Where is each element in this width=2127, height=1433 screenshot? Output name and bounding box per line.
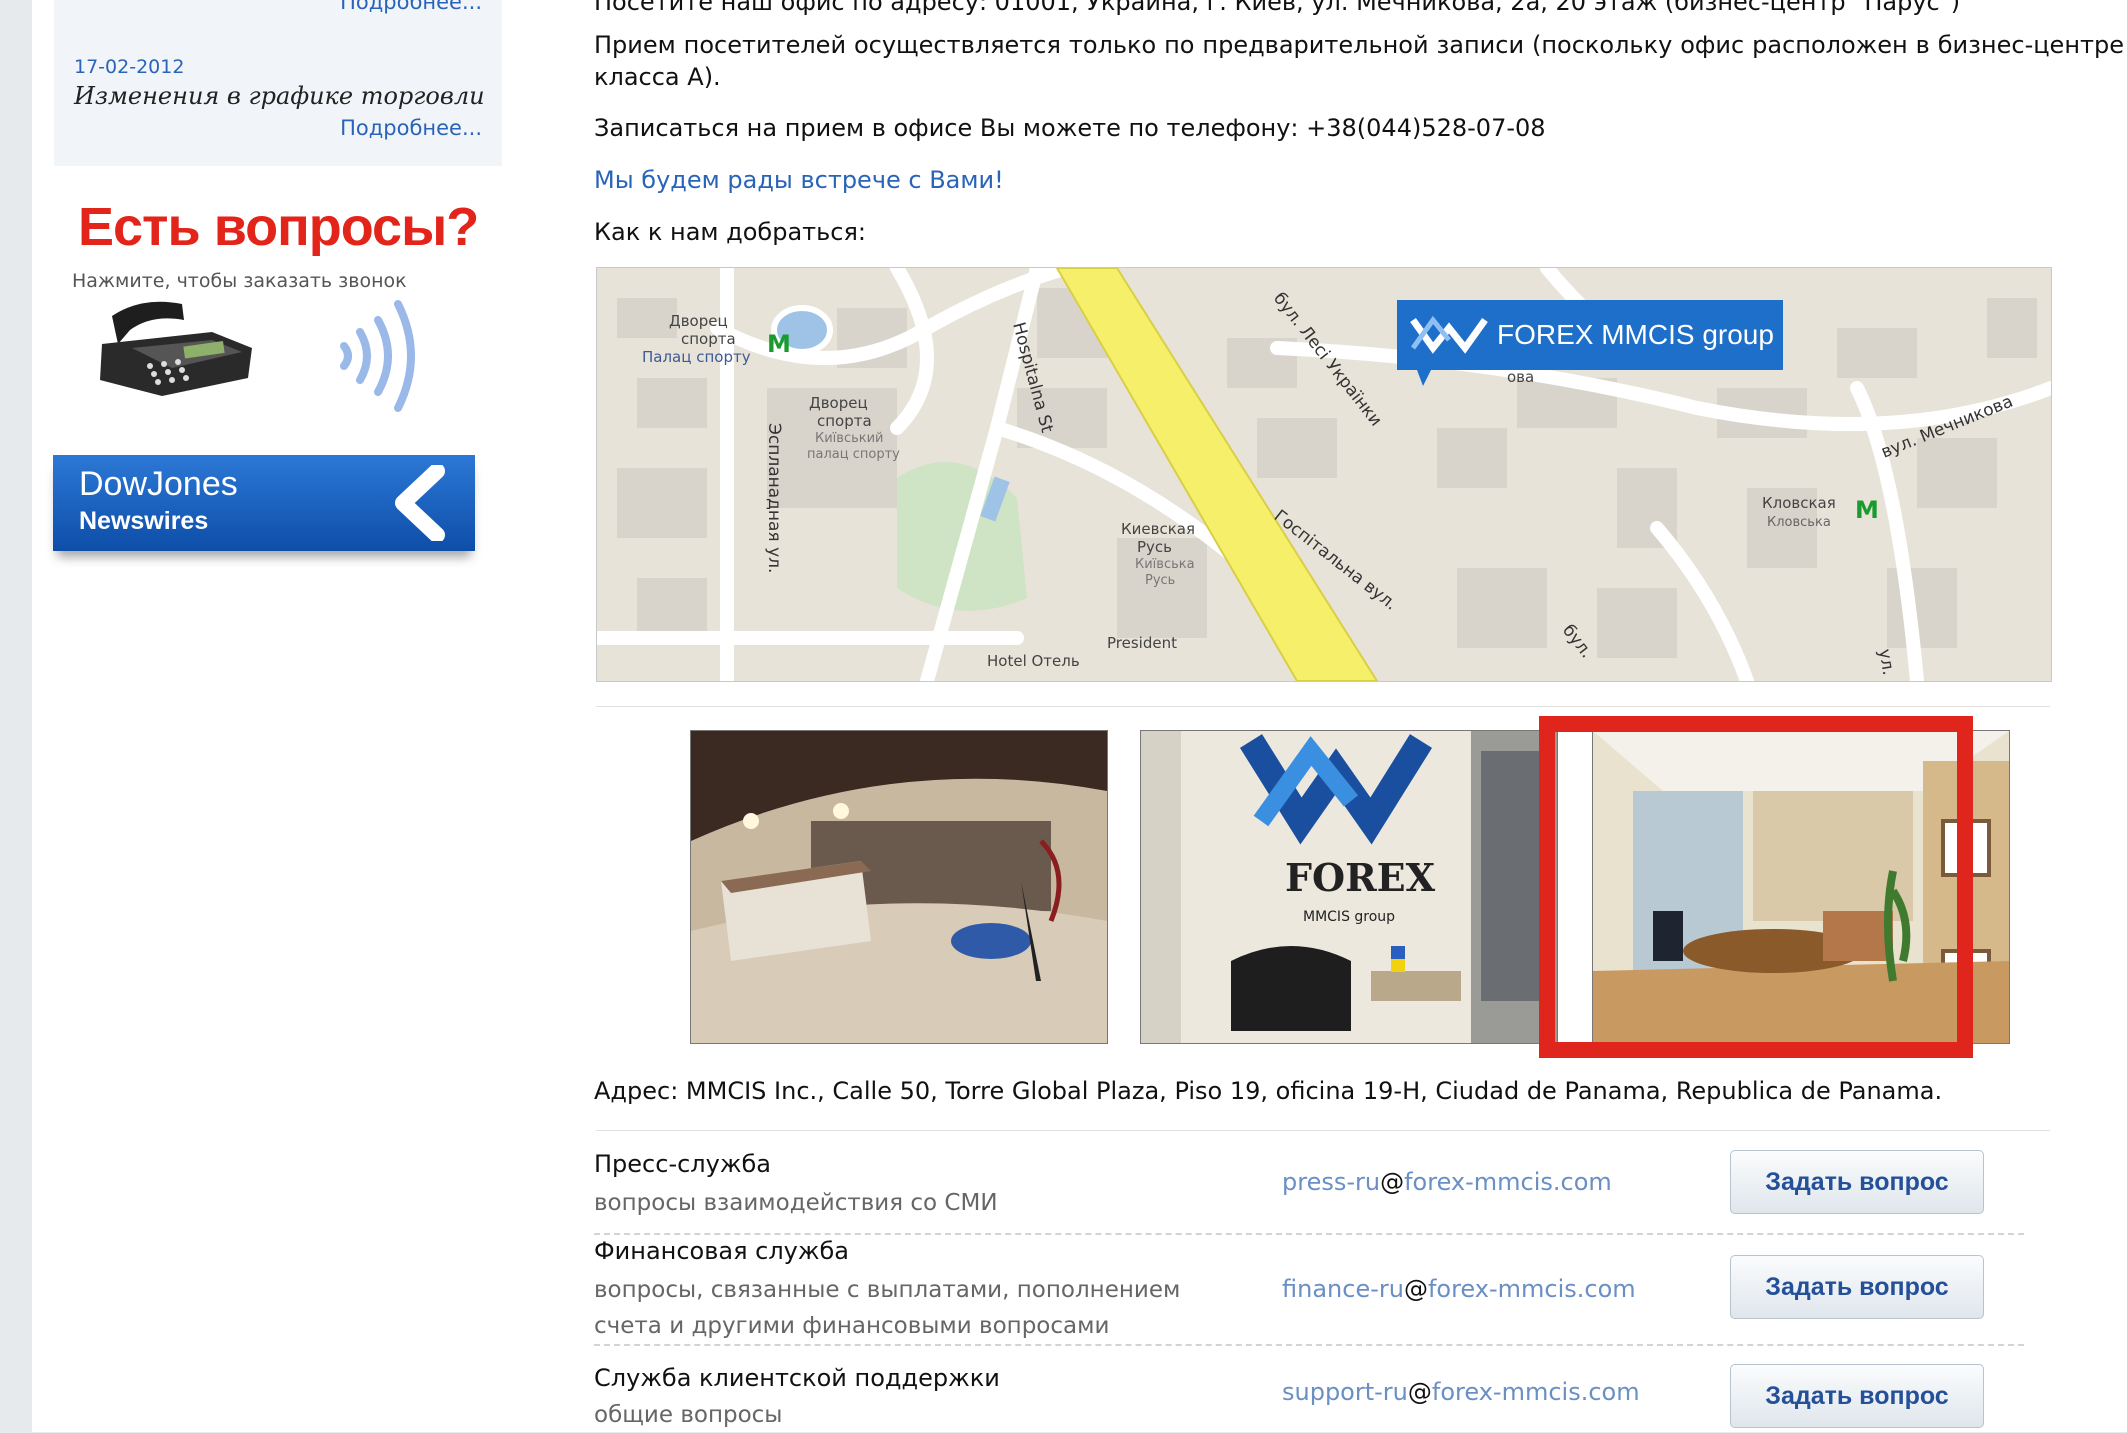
dowjones-banner[interactable]: DowJones Newswires <box>53 455 475 551</box>
phone-line: Записаться на прием в офисе Вы можете по… <box>594 114 1546 142</box>
ask-question-button[interactable]: Задать вопрос <box>1730 1255 1984 1319</box>
dashed-divider <box>594 1344 2024 1346</box>
contact-email[interactable]: press-ru@forex-mmcis.com <box>1282 1168 1612 1196</box>
svg-text:FOREX: FOREX <box>1285 855 1436 900</box>
svg-text:FOREX MMCIS group: FOREX MMCIS group <box>1497 319 1774 350</box>
svg-text:палац спорту: палац спорту <box>807 447 900 462</box>
news-more-link[interactable]: Подробнее... <box>340 0 482 14</box>
divider <box>596 706 2050 707</box>
svg-text:Кловская: Кловская <box>1762 494 1836 512</box>
svg-text:спорта: спорта <box>681 330 736 348</box>
svg-text:M: M <box>767 330 791 358</box>
contact-title: Пресс-служба <box>594 1150 771 1178</box>
divider <box>596 1130 2050 1131</box>
contact-title: Служба клиентской поддержки <box>594 1364 1000 1392</box>
contact-title: Финансовая служба <box>594 1237 850 1265</box>
chevron-left-icon <box>395 465 445 541</box>
news-title[interactable]: Изменения в графике торговли <box>74 82 485 110</box>
svg-text:President: President <box>1107 634 1177 652</box>
svg-text:MMCIS group: MMCIS group <box>1303 909 1395 925</box>
welcome-link[interactable]: Мы будем рады встрече с Вами! <box>594 164 1004 196</box>
svg-text:Hotel Отель: Hotel Отель <box>987 652 1080 670</box>
office-photo-reception[interactable] <box>690 730 1108 1044</box>
svg-text:Київський: Київський <box>815 431 884 446</box>
office-address-line: Посетите наш офис по адресу: 01001, Укра… <box>594 0 1961 16</box>
contact-desc: счета и другими финансовыми вопросами <box>594 1313 1110 1339</box>
svg-text:Київська: Київська <box>1135 557 1195 572</box>
contact-email[interactable]: support-ru@forex-mmcis.com <box>1282 1378 1640 1406</box>
svg-text:Русь: Русь <box>1145 573 1175 588</box>
dashed-divider <box>594 1233 2024 1235</box>
news-box: Подробнее... 17-02-2012 Изменения в граф… <box>54 0 502 166</box>
svg-text:Киевская: Киевская <box>1121 520 1195 538</box>
ask-question-button[interactable]: Задать вопрос <box>1730 1150 1984 1214</box>
location-map[interactable]: M M Дворец спорта Палац спорту Дворец сп… <box>596 267 2052 682</box>
contact-desc: общие вопросы <box>594 1402 783 1428</box>
news-more-link[interactable]: Подробнее... <box>340 116 482 140</box>
svg-text:M: M <box>1855 496 1879 524</box>
contact-desc: вопросы, связанные с выплатами, пополнен… <box>594 1277 1181 1303</box>
contact-email[interactable]: finance-ru@forex-mmcis.com <box>1282 1275 1636 1303</box>
contact-desc: вопросы взаимодействия со СМИ <box>594 1190 998 1216</box>
reception-text: Прием посетителей осуществляется только … <box>594 31 2124 91</box>
panama-address: Адрес: MMCIS Inc., Calle 50, Torre Globa… <box>594 1077 1943 1105</box>
news-date: 17-02-2012 <box>74 56 185 78</box>
questions-subtitle[interactable]: Нажмите, чтобы заказать звонок <box>72 270 407 292</box>
svg-text:Русь: Русь <box>1137 538 1172 556</box>
office-photo-logo[interactable]: FOREX MMCIS group <box>1140 730 1558 1044</box>
svg-text:Палац спорту: Палац спорту <box>642 348 751 366</box>
svg-text:Эспланадная ул.: Эспланадная ул. <box>764 423 784 573</box>
callback-phone-icon[interactable] <box>72 296 462 416</box>
svg-text:Кловська: Кловська <box>1767 515 1831 530</box>
svg-text:спорта: спорта <box>817 412 872 430</box>
map-label: Дворец <box>669 312 728 330</box>
page: Подробнее... 17-02-2012 Изменения в граф… <box>32 0 2127 1432</box>
dowjones-title: DowJones <box>79 465 238 503</box>
ask-question-button[interactable]: Задать вопрос <box>1730 1364 1984 1428</box>
svg-text:ова: ова <box>1507 368 1534 386</box>
directions-label: Как к нам добраться: <box>594 218 866 246</box>
svg-text:Дворец: Дворец <box>809 394 868 412</box>
questions-title[interactable]: Есть вопросы? <box>78 196 479 258</box>
dowjones-subtitle: Newswires <box>79 507 209 535</box>
photo-selection-frame[interactable] <box>1539 716 1973 1058</box>
